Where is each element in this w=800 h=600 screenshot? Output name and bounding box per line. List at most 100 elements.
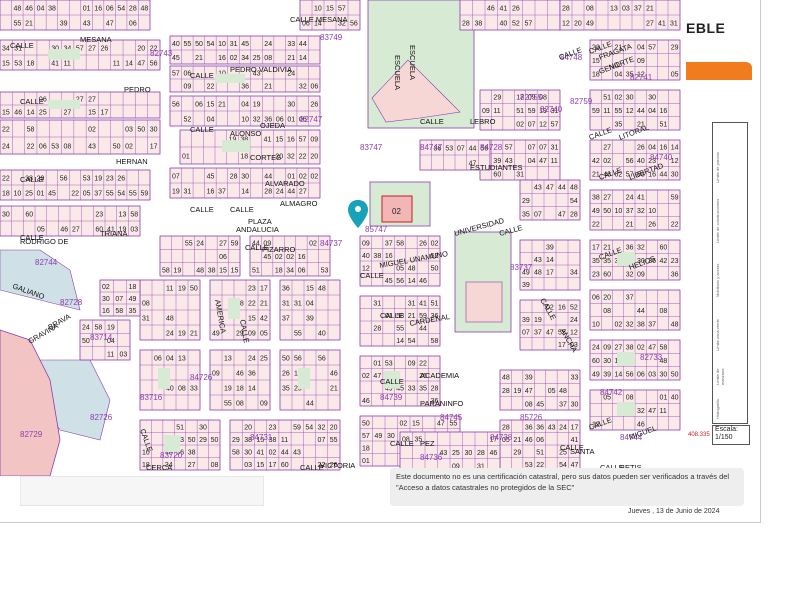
parcel-number: 21 <box>260 301 268 308</box>
parcel-number: 35 <box>129 308 137 315</box>
parcel-number: 45 <box>263 254 271 261</box>
parcel-number: 45 <box>48 191 56 198</box>
parcel-number: 07 <box>528 145 536 152</box>
parcel-number: 20 <box>310 154 318 161</box>
parcel-number: 60 <box>281 462 289 469</box>
parcel-number: 18 <box>275 267 283 274</box>
parcel-number: 53 <box>385 360 393 367</box>
parcel-number: 48 <box>140 6 148 13</box>
parcel-number: 42 <box>660 258 668 265</box>
parcel-number: 55 <box>396 325 404 332</box>
street-label: MESANA <box>80 35 112 44</box>
parcel-number: 33 <box>571 375 579 382</box>
street-label: ALVARADO <box>265 179 305 188</box>
parcel-number: 30 <box>626 95 634 102</box>
parcel-number: 31 <box>551 145 559 152</box>
parcel-number: 34 <box>241 55 249 62</box>
parcel-number: 48 <box>14 6 22 13</box>
parcel-number: 44 <box>660 171 668 178</box>
parcel-number: 09 <box>603 345 611 352</box>
parcel-number: 21 <box>190 331 198 338</box>
parcel-number: 09 <box>212 371 220 378</box>
parcel-number: 56 <box>350 21 358 28</box>
parcel-number: 22 <box>299 154 307 161</box>
parcel-number: 22 <box>671 221 679 228</box>
parcel-number: 55 <box>184 41 192 48</box>
parcel-number: 40 <box>671 395 679 402</box>
block-number: 84728 <box>480 143 503 152</box>
map-canvas[interactable]: 34 15 31 53 18 30 41 34 11 57 27 26 11 14 20 47 22 56 15 46… <box>0 0 686 476</box>
street-label: CALLE <box>230 205 254 214</box>
parcel-number: 08 <box>142 301 150 308</box>
parcel-number: 16 <box>298 254 306 261</box>
parcel-number: 34 <box>570 269 578 276</box>
parcel-number: 08 <box>178 386 186 393</box>
parcel-number: 21 <box>218 102 226 109</box>
parcel-number: 58 <box>115 308 123 315</box>
parcel-number: 59 <box>231 241 239 248</box>
parcel-number: 09 <box>260 401 268 408</box>
parcel-number: 43 <box>534 257 542 264</box>
parcel-number: 30 <box>102 296 110 303</box>
parcel-number: 32 <box>299 84 307 91</box>
parcel-number: 27 <box>603 195 611 202</box>
parcel-number: 28 <box>477 450 485 457</box>
parcel-number: 21 <box>513 437 521 444</box>
parcel-number: 37 <box>282 316 290 323</box>
parcel-number: 59 <box>592 108 600 115</box>
parcel-number: 14 <box>396 338 404 345</box>
block-number: 84726 <box>190 373 213 382</box>
parcel-number: 13 <box>224 356 232 363</box>
parcel-number: 46 <box>487 6 495 13</box>
parcel-number: 28 <box>230 174 238 181</box>
parcel-number: 56 <box>294 356 302 363</box>
parcel-number: 26 <box>310 102 318 109</box>
parcel-number: 07 <box>522 329 530 336</box>
parcel-number: 11 <box>107 351 114 358</box>
legend-item: Mobiliario y aceras <box>715 263 720 297</box>
parcel-number: 29 <box>522 198 530 205</box>
parcel-number: 47 <box>558 211 566 218</box>
parcel-number: 31 <box>184 189 192 196</box>
parcel-number: 48 <box>318 286 326 293</box>
street-label: OJEDA <box>260 121 285 130</box>
parcel-number: 48 <box>534 269 542 276</box>
parcel-number: 19 <box>173 267 181 274</box>
parcel-number: 55 <box>224 401 232 408</box>
parcel-number: 58 <box>27 127 35 134</box>
parcel-number: 38 <box>48 6 56 13</box>
parcel-number: 36 <box>241 84 249 91</box>
parcel-number: 29 <box>671 45 679 52</box>
parcel-number: 51 <box>176 424 184 431</box>
street-label: PIZARRO <box>262 245 296 254</box>
parcel-number: 30 <box>660 371 668 378</box>
parcel-number: 19 <box>178 331 186 338</box>
street-label: CALLE <box>20 97 44 106</box>
parcel-number: 02 <box>286 254 294 261</box>
parcel-number: 24 <box>2 144 10 151</box>
school-building <box>465 281 503 323</box>
parcel-number: 41 <box>658 21 666 28</box>
parcel-number: 21 <box>25 21 33 28</box>
parcel-number: 59 <box>140 191 148 198</box>
parcel-number: 48 <box>502 375 510 382</box>
courtyard <box>617 352 635 366</box>
parcel-number: 10 <box>648 208 656 215</box>
parcel-number: 53 <box>83 176 91 183</box>
cadastral-map[interactable]: 34 15 31 53 18 30 41 34 11 57 27 26 11 14 20 47 22 56 15 46… <box>0 0 686 476</box>
block-number: 82755 <box>520 93 543 102</box>
courtyard <box>48 99 80 109</box>
parcel-number: 51 <box>660 121 668 128</box>
parcel-number: 06 <box>592 295 600 302</box>
parcel-number: 19 <box>253 102 261 109</box>
parcel-number: 32 <box>287 154 295 161</box>
street-label: VICTORIA <box>320 461 355 470</box>
parcel-number: 37 <box>218 189 226 196</box>
document-date: Jueves , 13 de Junio de 2024 <box>628 508 720 515</box>
parcel-number: 10 <box>314 6 322 13</box>
legend-item: Límite de manzana <box>715 368 725 385</box>
parcel-number: 24 <box>248 356 256 363</box>
block-number: 85747 <box>365 225 388 234</box>
parcel-number: 05 <box>83 191 91 198</box>
parcel-number: 56 <box>172 102 180 109</box>
